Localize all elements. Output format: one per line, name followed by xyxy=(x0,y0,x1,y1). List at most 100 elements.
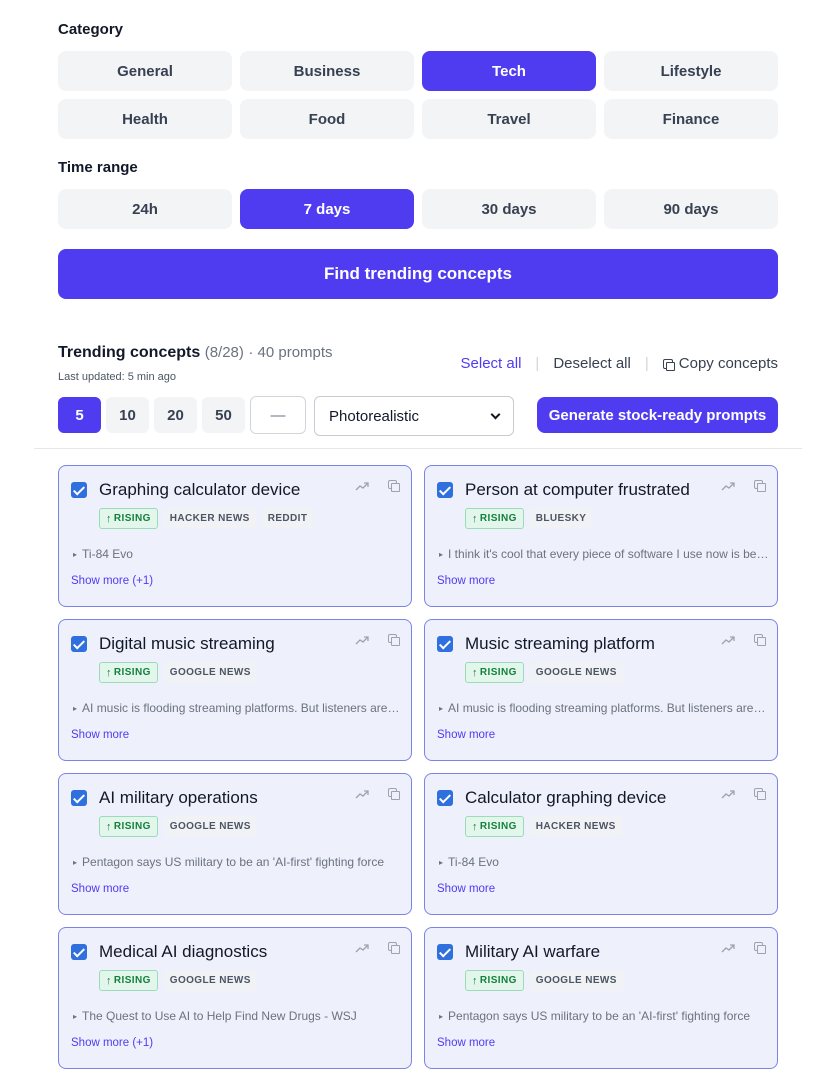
time-range-7-days[interactable]: 7 days xyxy=(240,189,414,229)
concept-card[interactable]: AI military operations ↑ RISING GOOGLE NEW… xyxy=(58,773,412,915)
copy-icon[interactable] xyxy=(388,634,400,646)
trending-count: (8/28) xyxy=(204,344,244,361)
count-50-button[interactable]: 50 xyxy=(202,397,245,433)
show-more-link[interactable]: Show more xyxy=(437,883,495,895)
trending-icon[interactable] xyxy=(355,481,369,491)
concept-tags: ↑ RISING GOOGLE NEWS xyxy=(465,970,623,991)
concept-checkbox[interactable] xyxy=(437,944,453,960)
rising-badge: ↑ RISING xyxy=(99,508,158,529)
trending-icon[interactable] xyxy=(721,635,735,645)
arrow-up-icon: ↑ xyxy=(106,666,112,679)
category-tech[interactable]: Tech xyxy=(422,51,596,91)
snippet-text: Ti-84 Evo xyxy=(82,547,133,561)
concept-title: Military AI warfare xyxy=(465,942,601,961)
copy-icon[interactable] xyxy=(388,942,400,954)
concept-tags: ↑ RISING HACKER NEWS xyxy=(465,816,622,837)
count-10-button[interactable]: 10 xyxy=(106,397,149,433)
trending-title-text: Trending concepts xyxy=(58,344,201,361)
show-more-link[interactable]: Show more (+1) xyxy=(71,575,153,587)
category-health[interactable]: Health xyxy=(58,99,232,139)
show-more-link[interactable]: Show more xyxy=(437,575,495,587)
concept-card[interactable]: Calculator graphing device ↑ RISING HACKER… xyxy=(424,773,778,915)
custom-count-input[interactable]: — xyxy=(250,396,306,434)
concept-card[interactable]: Person at computer frustrated ↑ RISING BLU… xyxy=(424,465,778,607)
concept-snippet: ▸ Pentagon says US military to be an 'AI-… xyxy=(73,855,403,869)
time-range-90-days[interactable]: 90 days xyxy=(604,189,778,229)
rising-badge-label: RISING xyxy=(479,667,517,678)
concept-card[interactable]: Graphing calculator device ↑ RISING HACKER… xyxy=(58,465,412,607)
rising-badge-label: RISING xyxy=(113,667,151,678)
concept-checkbox[interactable] xyxy=(437,790,453,806)
time-range-options: 24h 7 days 30 days 90 days xyxy=(58,189,778,229)
concept-card[interactable]: Medical AI diagnostics ↑ RISING GOOGLE NEW… xyxy=(58,927,412,1069)
concept-snippet: ▸ The Quest to Use AI to Help Find New Dr… xyxy=(73,1009,403,1023)
select-all-link[interactable]: Select all xyxy=(461,355,522,372)
deselect-all-link[interactable]: Deselect all xyxy=(553,355,631,372)
rising-badge-label: RISING xyxy=(113,821,151,832)
concept-title: Calculator graphing device xyxy=(465,788,667,807)
category-food[interactable]: Food xyxy=(240,99,414,139)
copy-icon[interactable] xyxy=(754,942,766,954)
trending-icon[interactable] xyxy=(355,789,369,799)
snippet-text: The Quest to Use AI to Help Find New Dru… xyxy=(82,1009,357,1023)
time-range-24h[interactable]: 24h xyxy=(58,189,232,229)
source-tag: GOOGLE NEWS xyxy=(163,816,257,837)
copy-icon[interactable] xyxy=(754,634,766,646)
rising-badge: ↑ RISING xyxy=(99,816,158,837)
rising-badge-label: RISING xyxy=(479,975,517,986)
bullet-icon: ▸ xyxy=(73,1012,78,1021)
copy-concepts-label: Copy concepts xyxy=(678,355,778,372)
concept-card[interactable]: Digital music streaming ↑ RISING GOOGLE NE… xyxy=(58,619,412,761)
bullet-icon: ▸ xyxy=(439,858,444,867)
arrow-up-icon: ↑ xyxy=(106,974,112,987)
concept-checkbox[interactable] xyxy=(71,636,87,652)
copy-icon[interactable] xyxy=(754,788,766,800)
copy-icon[interactable] xyxy=(754,480,766,492)
concept-checkbox[interactable] xyxy=(437,636,453,652)
concept-card[interactable]: Military AI warfare ↑ RISING GOOGLE NEWS ▸… xyxy=(424,927,778,1069)
category-finance[interactable]: Finance xyxy=(604,99,778,139)
category-business[interactable]: Business xyxy=(240,51,414,91)
time-range-30-days[interactable]: 30 days xyxy=(422,189,596,229)
concept-checkbox[interactable] xyxy=(71,944,87,960)
arrow-up-icon: ↑ xyxy=(472,512,478,525)
concept-card[interactable]: Music streaming platform ↑ RISING GOOGLE N… xyxy=(424,619,778,761)
count-20-button[interactable]: 20 xyxy=(154,397,197,433)
concept-tags: ↑ RISING GOOGLE NEWS xyxy=(99,816,257,837)
trending-icon[interactable] xyxy=(355,635,369,645)
concept-snippet: ▸ AI music is flooding streaming platform… xyxy=(73,701,403,715)
bullet-icon: ▸ xyxy=(73,858,78,867)
concept-checkbox[interactable] xyxy=(71,790,87,806)
last-updated: Last updated: 5 min ago xyxy=(58,371,177,383)
trending-icon[interactable] xyxy=(355,943,369,953)
generate-prompts-button[interactable]: Generate stock-ready prompts xyxy=(537,397,778,433)
rising-badge: ↑ RISING xyxy=(465,816,524,837)
show-more-link[interactable]: Show more xyxy=(437,1037,495,1049)
divider xyxy=(34,448,802,449)
bullet-icon: ▸ xyxy=(73,704,78,713)
trending-icon[interactable] xyxy=(721,789,735,799)
category-travel[interactable]: Travel xyxy=(422,99,596,139)
concept-title: Medical AI diagnostics xyxy=(99,942,268,961)
trending-icon[interactable] xyxy=(721,943,735,953)
concept-tags: ↑ RISING GOOGLE NEWS xyxy=(99,970,257,991)
style-select[interactable]: Photorealistic xyxy=(314,396,514,436)
bullet-icon: ▸ xyxy=(73,550,78,559)
copy-icon[interactable] xyxy=(388,788,400,800)
category-lifestyle[interactable]: Lifestyle xyxy=(604,51,778,91)
show-more-link[interactable]: Show more xyxy=(71,883,129,895)
category-general[interactable]: General xyxy=(58,51,232,91)
trending-icon[interactable] xyxy=(721,481,735,491)
concept-snippet: ▸ I think it's cool that every piece of s… xyxy=(439,547,769,561)
concept-checkbox[interactable] xyxy=(71,482,87,498)
concept-checkbox[interactable] xyxy=(437,482,453,498)
find-trending-button[interactable]: Find trending concepts xyxy=(58,249,778,299)
copy-icon[interactable] xyxy=(388,480,400,492)
show-more-link[interactable]: Show more xyxy=(71,729,129,741)
rising-badge-label: RISING xyxy=(113,975,151,986)
show-more-link[interactable]: Show more xyxy=(437,729,495,741)
show-more-link[interactable]: Show more (+1) xyxy=(71,1037,153,1049)
count-5-button[interactable]: 5 xyxy=(58,397,101,433)
separator: | xyxy=(535,355,540,372)
copy-concepts-button[interactable]: Copy concepts xyxy=(662,355,778,372)
